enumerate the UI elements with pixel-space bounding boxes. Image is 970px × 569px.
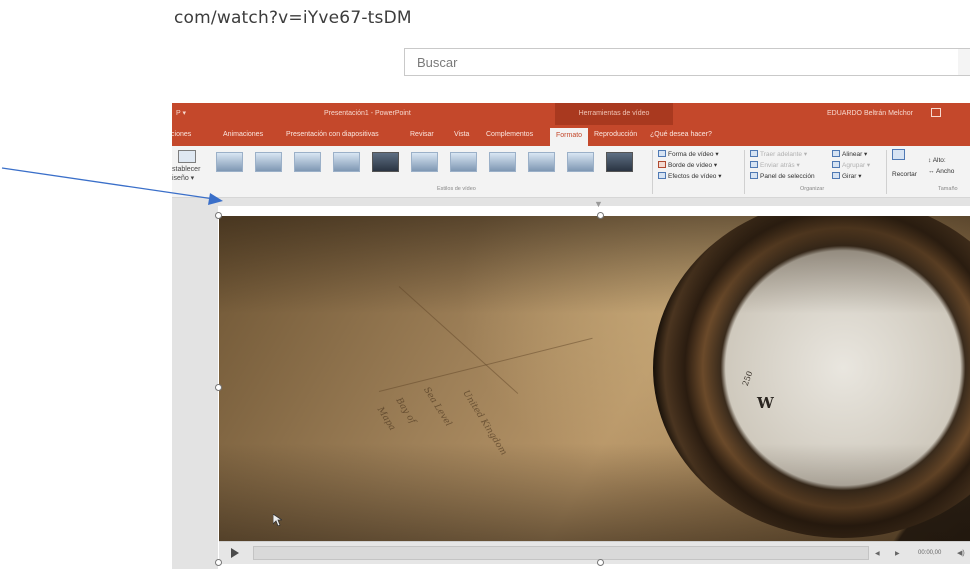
screenshot-stage: com/watch?v=iYve67-tsDM P ▾ Presentación… [0,0,970,569]
annotation-arrow-icon [1,167,223,205]
